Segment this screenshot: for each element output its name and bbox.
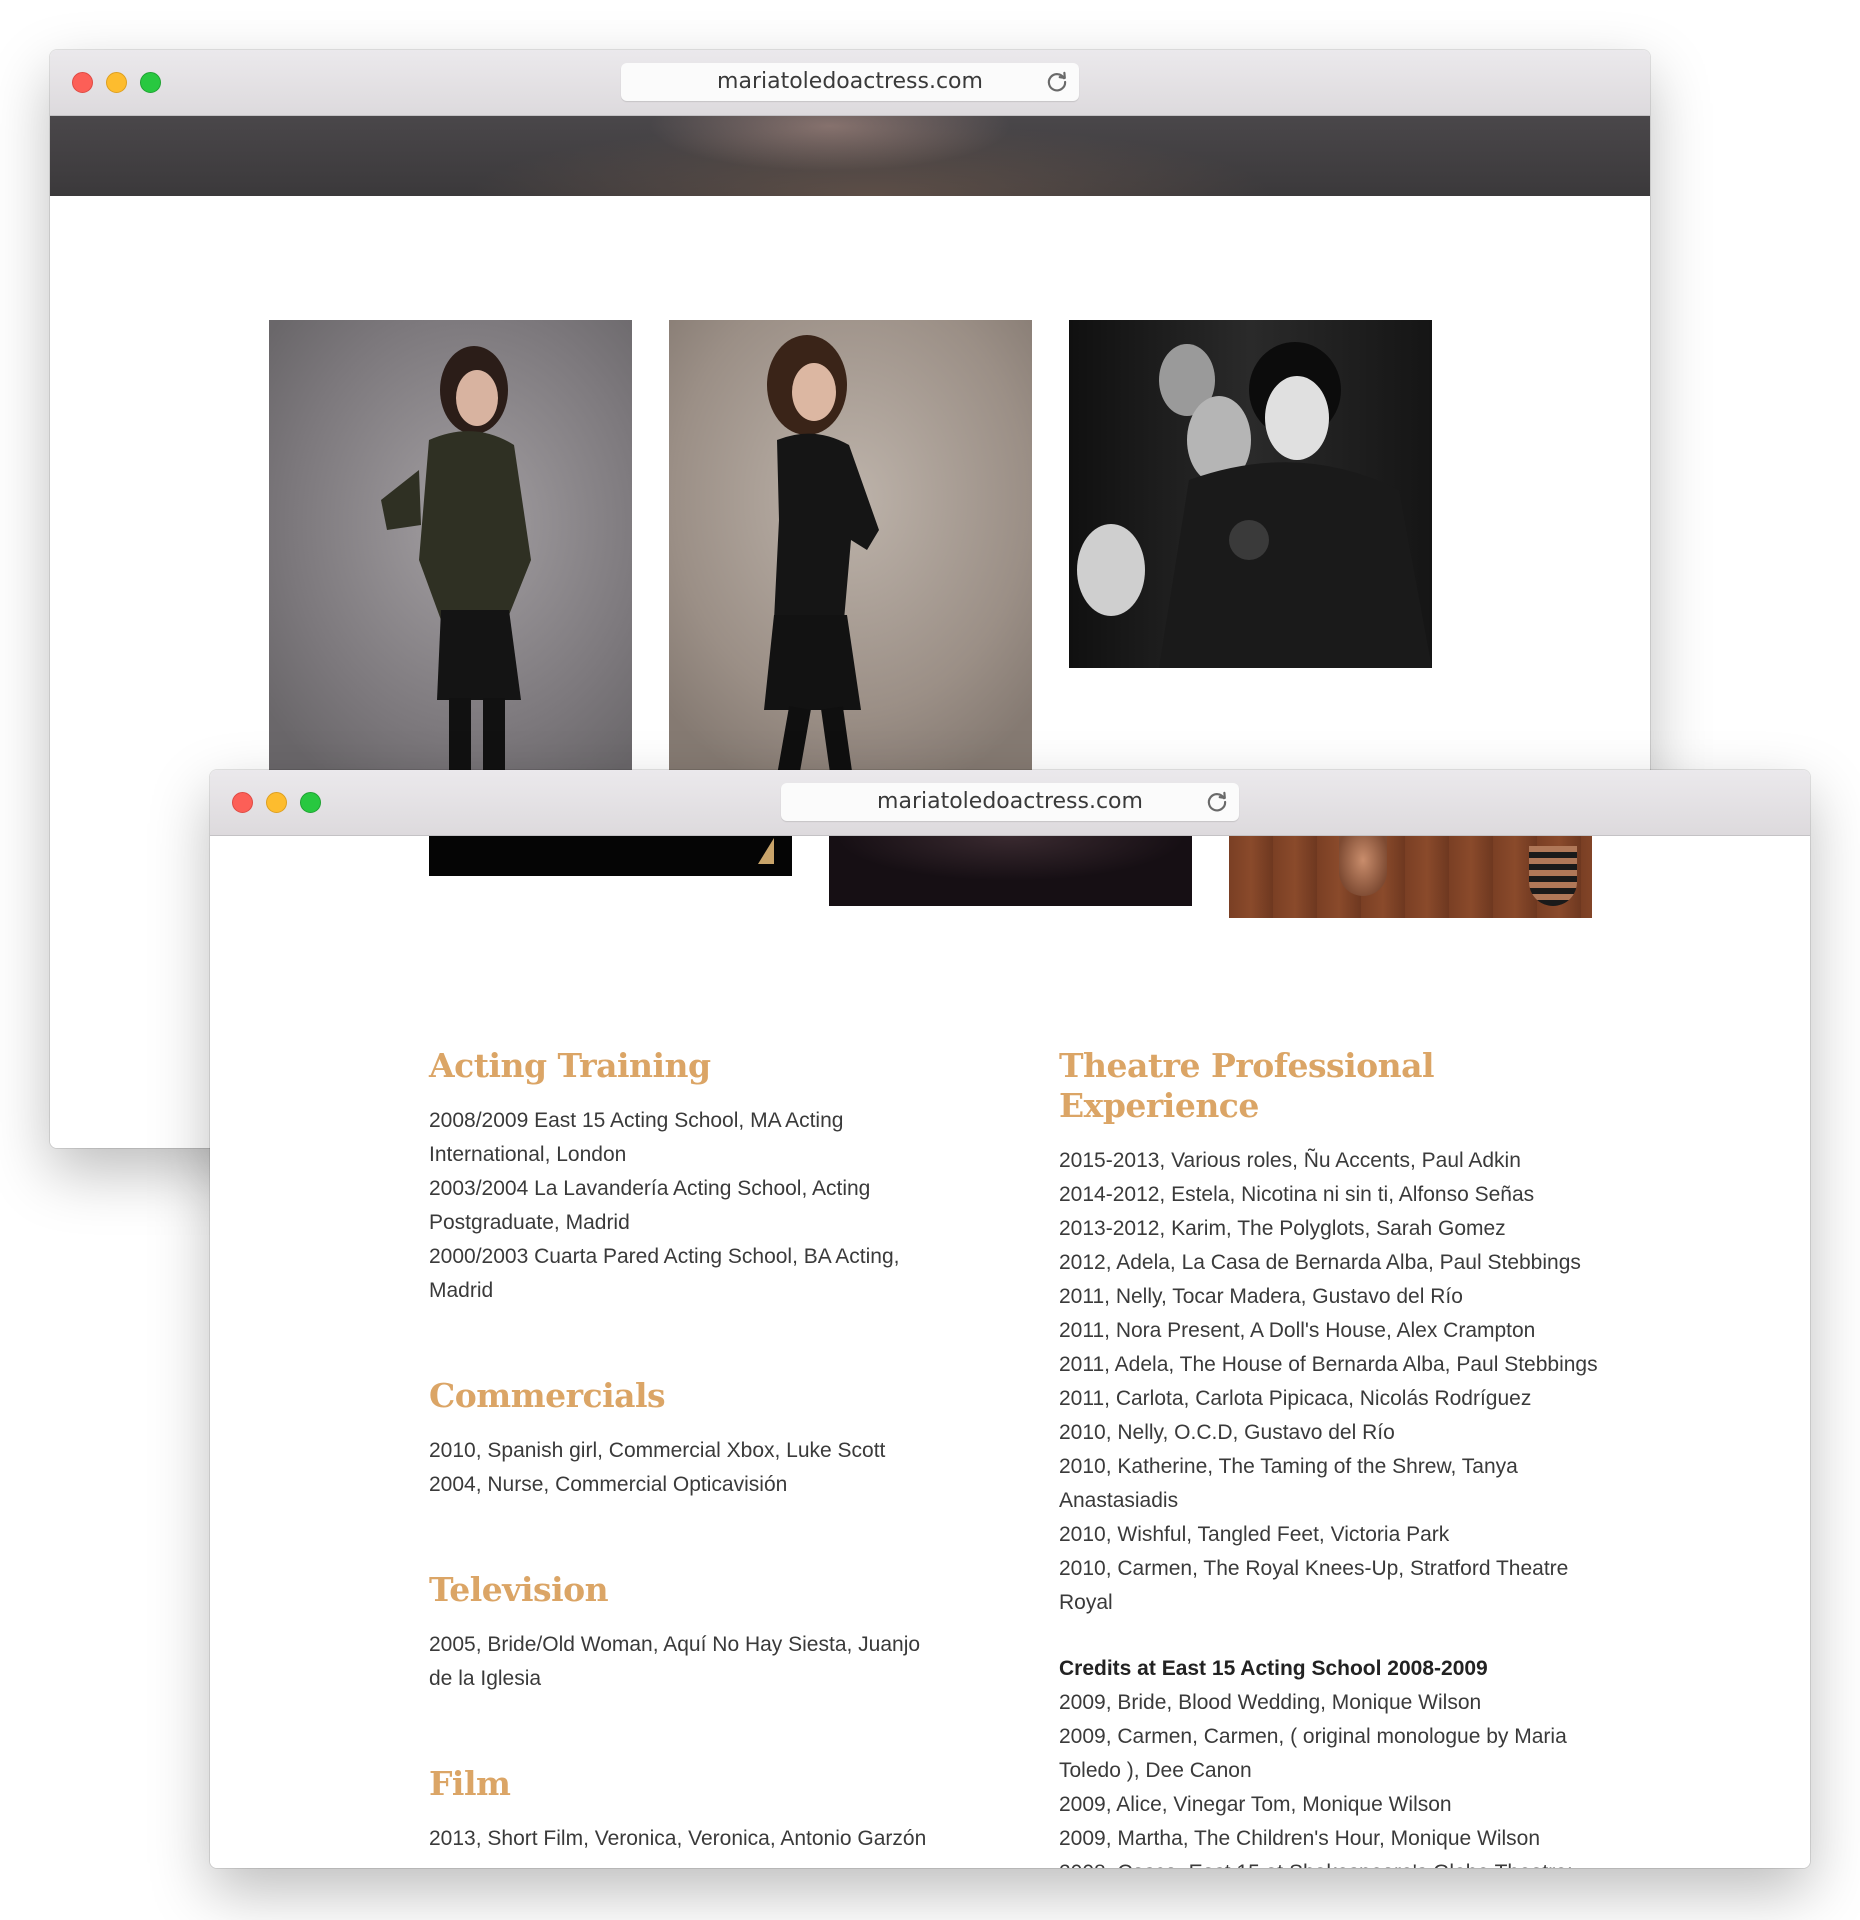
list-item: 2011, Nelly, Tocar Madera, Gustavo del R… [1059, 1285, 1463, 1308]
list-item: 2013-2012, Karim, The Polyglots, Sarah G… [1059, 1217, 1506, 1240]
list-item: 2011, Nora Present, A Doll's House, Alex… [1059, 1319, 1536, 1342]
gallery-image-partial[interactable] [1229, 836, 1592, 918]
section-acting-training: Acting Training 2008/2009 East 15 Acting… [429, 1046, 949, 1308]
section-title: Theatre Professional Experience [1059, 1046, 1435, 1125]
section-title: Television [429, 1570, 609, 1609]
list-item: 2004, Nurse, Commercial Opticavisión [429, 1473, 788, 1496]
image-detail [758, 838, 774, 864]
section-television: Television 2005, Bride/Old Woman, Aquí N… [429, 1570, 949, 1696]
list-item: 2009, Alice, Vinegar Tom, Monique Wilson [1059, 1793, 1452, 1816]
photo-portrait-dress[interactable] [669, 320, 1032, 830]
gallery-image-partial[interactable] [429, 836, 792, 876]
section-title: Commercials [429, 1376, 666, 1415]
section-commercials: Commercials 2010, Spanish girl, Commerci… [429, 1376, 949, 1502]
reload-icon[interactable] [1044, 69, 1070, 95]
reload-icon[interactable] [1204, 789, 1230, 815]
page-viewport: Acting Training 2008/2009 East 15 Acting… [210, 836, 1810, 1868]
figure-jacket [381, 346, 531, 823]
zoom-window-button[interactable] [140, 72, 161, 93]
figure-dress [764, 335, 879, 819]
url-text: mariatoledoactress.com [717, 69, 983, 94]
list-item: 2010, Wishful, Tangled Feet, Victoria Pa… [1059, 1523, 1450, 1546]
list-item: 2010, Nelly, O.C.D, Gustavo del Río [1059, 1421, 1395, 1444]
image-detail [1339, 836, 1387, 896]
gallery-image-partial[interactable] [829, 836, 1192, 906]
list-item: 2008, Casca, East 15 at Shakespeare's Gl… [1059, 1856, 1599, 1868]
list-item: 2012, Adela, La Casa de Bernarda Alba, P… [1059, 1251, 1581, 1274]
list-item: 2005, Bride/Old Woman, Aquí No Hay Siest… [429, 1633, 921, 1690]
section-title: Acting Training [429, 1046, 711, 1085]
list-item: 2003/2004 La Lavandería Acting School, A… [429, 1177, 871, 1234]
section-film: Film 2013, Short Film, Veronica, Veronic… [429, 1764, 949, 1856]
section-title: Film [429, 1764, 511, 1803]
address-bar[interactable]: mariatoledoactress.com [621, 63, 1079, 101]
list-item: 2010, Spanish girl, Commercial Xbox, Luk… [429, 1439, 886, 1462]
list-item: 2011, Carlota, Carlota Pipicaca, Nicolás… [1059, 1387, 1532, 1410]
credits-heading: Credits at East 15 Acting School 2008-20… [1059, 1657, 1488, 1680]
image-detail [1529, 846, 1577, 906]
list-item: 2015-2013, Various roles, Ñu Accents, Pa… [1059, 1149, 1521, 1172]
minimize-window-button[interactable] [266, 792, 287, 813]
figure-group [1077, 342, 1432, 668]
close-window-button[interactable] [72, 72, 93, 93]
title-bar: mariatoledoactress.com [50, 50, 1650, 116]
hero-image [50, 116, 1650, 196]
list-item: 2008/2009 East 15 Acting School, MA Acti… [429, 1109, 844, 1166]
photo-portrait-jacket[interactable] [269, 320, 632, 830]
close-window-button[interactable] [232, 792, 253, 813]
title-bar: mariatoledoactress.com [210, 770, 1810, 836]
list-item: 2009, Martha, The Children's Hour, Moniq… [1059, 1827, 1541, 1850]
url-text: mariatoledoactress.com [877, 789, 1143, 814]
cv-left-column: Acting Training 2008/2009 East 15 Acting… [429, 1046, 949, 1856]
list-item: 2000/2003 Cuarta Pared Acting School, BA… [429, 1245, 900, 1302]
minimize-window-button[interactable] [106, 72, 127, 93]
list-item: 2009, Carmen, Carmen, ( original monolog… [1059, 1725, 1567, 1782]
cv-right-column: Theatre Professional Experience 2015-201… [1059, 1046, 1599, 1868]
list-item: 2011, Adela, The House of Bernarda Alba,… [1059, 1353, 1598, 1376]
list-item: 2009, Bride, Blood Wedding, Monique Wils… [1059, 1691, 1482, 1714]
list-item: 2010, Katherine, The Taming of the Shrew… [1059, 1455, 1518, 1512]
list-item: 2010, Carmen, The Royal Knees-Up, Stratf… [1059, 1557, 1569, 1614]
photo-theatre-group[interactable] [1069, 320, 1432, 668]
zoom-window-button[interactable] [300, 792, 321, 813]
address-bar[interactable]: mariatoledoactress.com [781, 783, 1239, 821]
list-item: 2014-2012, Estela, Nicotina ni sin ti, A… [1059, 1183, 1535, 1206]
browser-window-front: mariatoledoactress.com Acting Training 2… [210, 770, 1810, 1868]
list-item: 2013, Short Film, Veronica, Veronica, An… [429, 1827, 927, 1850]
